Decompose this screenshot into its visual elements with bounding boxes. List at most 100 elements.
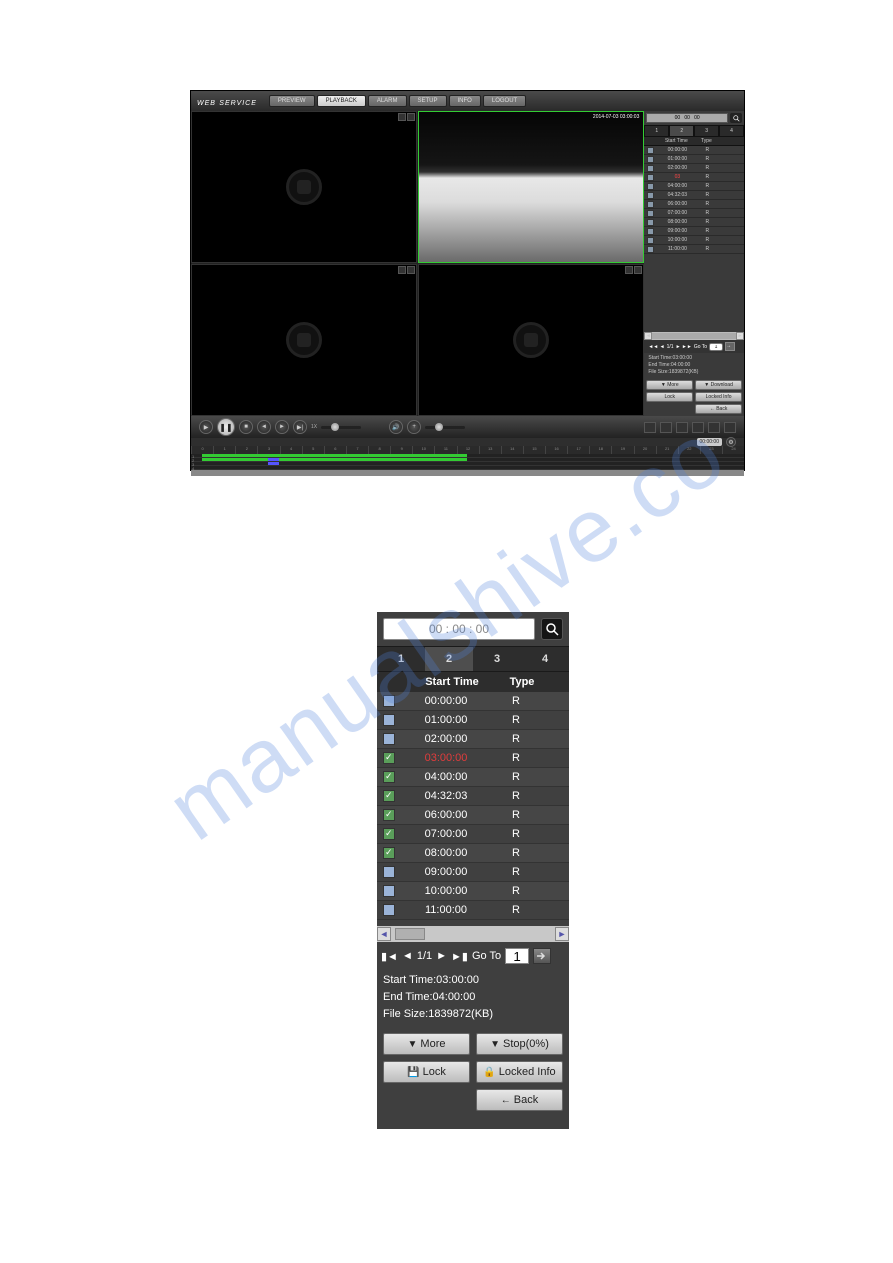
checkbox[interactable] <box>647 228 654 235</box>
play-button[interactable]: ▶ <box>199 420 213 434</box>
checkbox[interactable] <box>383 790 395 802</box>
video-pane-3[interactable] <box>191 264 417 416</box>
stop-button[interactable]: ■ <box>239 420 253 434</box>
list-item[interactable]: 10:00:00R <box>377 882 569 901</box>
layout-button[interactable] <box>644 422 656 433</box>
locked-info-button[interactable]: 🔒Locked Info <box>476 1061 563 1083</box>
time-search-input[interactable] <box>646 113 728 123</box>
checkbox[interactable] <box>383 752 395 764</box>
list-item[interactable]: 06:00:00R <box>644 200 744 209</box>
nav-first[interactable]: ▮◄ <box>381 950 398 963</box>
download-button[interactable]: ▼ Download <box>695 380 742 390</box>
nav-next[interactable]: ► <box>436 950 447 962</box>
zoom-button[interactable]: + <box>407 420 421 434</box>
list-item[interactable]: 09:00:00R <box>377 863 569 882</box>
video-pane-4[interactable] <box>418 264 644 416</box>
list-item[interactable]: 07:00:00R <box>644 209 744 218</box>
list-item[interactable]: 01:00:00R <box>644 155 744 164</box>
time-search-input[interactable]: 00 : 00 : 00 <box>383 618 535 640</box>
list-item[interactable]: 06:00:00R <box>377 806 569 825</box>
checkbox[interactable] <box>383 733 395 745</box>
list-item[interactable]: 11:00:00R <box>644 245 744 254</box>
checkbox[interactable] <box>647 246 654 253</box>
checkbox[interactable] <box>647 156 654 163</box>
checkbox[interactable] <box>383 771 395 783</box>
tab-playback[interactable]: PLAYBACK <box>317 95 366 107</box>
timeline-tracks[interactable]: 1 2 3 4 <box>191 454 744 470</box>
grid-icon[interactable] <box>708 422 720 433</box>
tab-info[interactable]: INFO <box>449 95 481 107</box>
list-item[interactable]: 02:00:00R <box>377 730 569 749</box>
volume-button[interactable]: 🔊 <box>389 420 403 434</box>
list-item[interactable]: 00:00:00R <box>644 146 744 155</box>
list-item[interactable]: 08:00:00R <box>377 844 569 863</box>
nav-last[interactable]: ►▮ <box>451 950 468 963</box>
pause-button[interactable]: ❚❚ <box>217 418 235 436</box>
search-button[interactable] <box>730 113 742 123</box>
checkbox[interactable] <box>383 866 395 878</box>
channel-tab-1[interactable]: 1 <box>377 647 425 671</box>
channel-tab-1[interactable]: 1 <box>644 125 669 137</box>
grid-icon[interactable] <box>676 422 688 433</box>
fast-button[interactable]: ► <box>275 420 289 434</box>
checkbox[interactable] <box>383 828 395 840</box>
list-item[interactable]: 04:00:00R <box>644 182 744 191</box>
list-item[interactable]: 07:00:00R <box>377 825 569 844</box>
checkbox[interactable] <box>647 192 654 199</box>
fullscreen-button[interactable] <box>724 422 736 433</box>
list-item[interactable]: 10:00:00R <box>644 236 744 245</box>
list-item[interactable]: 00:00:00R <box>377 692 569 711</box>
back-button[interactable]: ← Back <box>695 404 742 414</box>
channel-tab-2[interactable]: 2 <box>425 647 473 671</box>
list-item[interactable]: 09:00:00R <box>644 227 744 236</box>
video-pane-2[interactable]: 2014-07-03 03:00:03 <box>418 111 644 263</box>
tab-alarm[interactable]: ALARM <box>368 95 407 107</box>
checkbox[interactable] <box>647 201 654 208</box>
goto-input[interactable] <box>505 948 529 964</box>
video-pane-1[interactable] <box>191 111 417 263</box>
channel-tab-4[interactable]: 4 <box>521 647 569 671</box>
timeline-scrollbar[interactable] <box>191 470 744 476</box>
channel-tab-4[interactable]: 4 <box>719 125 744 137</box>
tab-preview[interactable]: PREVIEW <box>269 95 315 107</box>
grid-icon[interactable] <box>660 422 672 433</box>
channel-tab-2[interactable]: 2 <box>669 125 694 137</box>
grid-icon[interactable] <box>692 422 704 433</box>
lock-button[interactable]: 💾Lock <box>383 1061 470 1083</box>
goto-input[interactable] <box>709 343 723 351</box>
tab-setup[interactable]: SETUP <box>409 95 447 107</box>
list-item[interactable]: 01:00:00R <box>377 711 569 730</box>
channel-tab-3[interactable]: 3 <box>473 647 521 671</box>
volume-slider[interactable] <box>425 426 465 429</box>
checkbox[interactable] <box>383 885 395 897</box>
list-item[interactable]: 08:00:00R <box>644 218 744 227</box>
checkbox[interactable] <box>383 809 395 821</box>
list-item[interactable]: 04:00:00R <box>377 768 569 787</box>
list-item[interactable]: 03:00:00R <box>377 749 569 768</box>
back-button[interactable]: ←Back <box>476 1089 563 1111</box>
list-scrollbar[interactable]: ◄ ► <box>377 926 569 942</box>
lock-button[interactable]: Lock <box>646 392 693 402</box>
search-button[interactable] <box>541 618 563 640</box>
scroll-thumb[interactable] <box>395 928 425 940</box>
checkbox[interactable] <box>647 237 654 244</box>
speed-slider[interactable] <box>321 426 361 429</box>
more-button[interactable]: ▼More <box>383 1033 470 1055</box>
checkbox[interactable] <box>383 695 395 707</box>
list-item[interactable]: 02:00:00R <box>644 164 744 173</box>
checkbox[interactable] <box>647 174 654 181</box>
list-scrollbar[interactable]: ◄► <box>644 332 744 340</box>
nav-prev[interactable]: ◄ <box>402 950 413 962</box>
checkbox[interactable] <box>647 183 654 190</box>
locked-info-button[interactable]: Locked Info <box>695 392 742 402</box>
stop-button[interactable]: ▼Stop(0%) <box>476 1033 563 1055</box>
list-item[interactable]: 11:00:00R <box>377 901 569 920</box>
list-item[interactable]: 04:32:03R <box>377 787 569 806</box>
nav-next-last[interactable]: ► ►► <box>676 344 692 350</box>
step-button[interactable]: ▶| <box>293 420 307 434</box>
checkbox[interactable] <box>647 210 654 217</box>
list-item[interactable]: 03R <box>644 173 744 182</box>
checkbox[interactable] <box>383 847 395 859</box>
scroll-right-icon[interactable]: ► <box>555 927 569 941</box>
checkbox[interactable] <box>647 165 654 172</box>
